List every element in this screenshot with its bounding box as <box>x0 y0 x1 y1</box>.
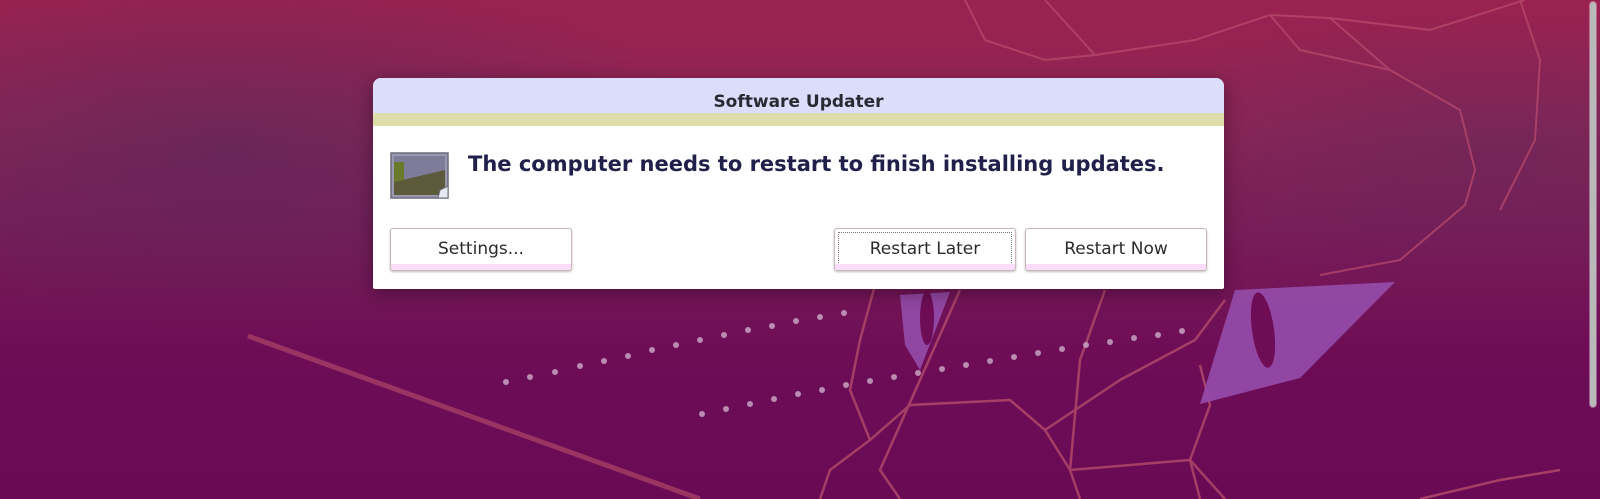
restart-message: The computer needs to restart to finish … <box>468 152 1165 176</box>
desktop: Software Updater The computer needs to r… <box>0 0 1600 499</box>
dialog-titlebar[interactable]: Software Updater <box>373 78 1224 126</box>
button-accent-stripe <box>391 264 571 270</box>
restart-now-button-label: Restart Now <box>1064 239 1168 259</box>
button-accent-stripe <box>1026 264 1206 270</box>
scrollbar-thumb[interactable] <box>1590 2 1596 407</box>
dialog-title: Software Updater <box>713 92 884 112</box>
settings-button-label: Settings... <box>438 239 524 259</box>
restart-later-button-label: Restart Later <box>869 239 981 259</box>
scrollbar[interactable] <box>1588 0 1598 499</box>
restart-later-button[interactable]: Restart Later <box>834 228 1016 271</box>
image-file-icon <box>390 152 449 199</box>
restart-now-button[interactable]: Restart Now <box>1025 228 1207 271</box>
settings-button[interactable]: Settings... <box>390 228 572 271</box>
button-accent-stripe <box>835 264 1015 270</box>
software-updater-dialog: Software Updater The computer needs to r… <box>373 78 1224 289</box>
